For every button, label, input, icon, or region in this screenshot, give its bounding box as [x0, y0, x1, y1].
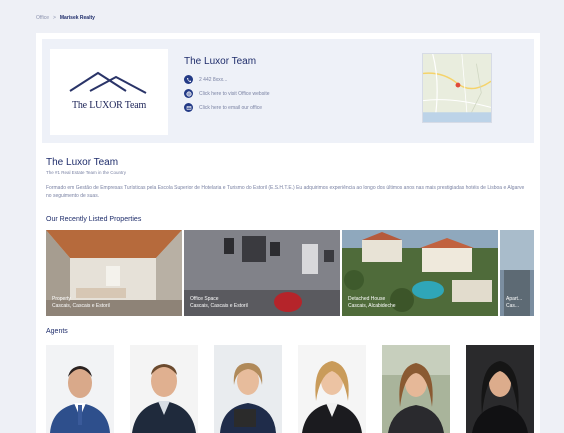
property-card[interactable]: Detached House Cascais, Alcabideche [342, 230, 498, 316]
property-caption: Property Cascais, Cascais e Estoril [52, 296, 110, 309]
about-description: Formado em Gestão de Empresas Turísticas… [46, 185, 525, 199]
property-card[interactable]: Property Cascais, Cascais e Estoril [46, 230, 182, 316]
breadcrumb-separator: > [52, 15, 56, 21]
contact-phone[interactable]: 2 442 8xxx... [184, 75, 227, 84]
about-title: The Luxor Team [46, 157, 119, 168]
contact-website[interactable]: Click here to visit Office website [184, 89, 270, 98]
agents-section-title: Agents [46, 328, 68, 335]
agent-photo[interactable] [298, 345, 366, 433]
agent-photo[interactable] [46, 345, 114, 433]
about-subtitle: The #1 Real Estate Team in the Country [46, 170, 126, 175]
property-card[interactable]: Office Space Cascais, Cascais e Estoril [184, 230, 340, 316]
breadcrumb-parent-link[interactable]: Office [36, 15, 49, 21]
office-name: The Luxor Team [184, 56, 257, 67]
contact-phone-text: 2 442 8xxx... [199, 76, 228, 83]
breadcrumb: Office > Marisek Realty [36, 15, 95, 21]
office-location-map[interactable] [422, 53, 492, 123]
property-caption: Detached House Cascais, Alcabideche [348, 296, 396, 309]
office-header: The LUXOR Team The Luxor Team 2 442 8xxx… [42, 39, 534, 143]
office-logo: The LUXOR Team [50, 49, 168, 135]
agents-list [46, 345, 534, 433]
phone-icon [184, 75, 193, 84]
contact-website-link: Click here to visit Office website [199, 90, 270, 97]
breadcrumb-current: Marisek Realty [59, 15, 95, 21]
agent-photo[interactable] [214, 345, 282, 433]
roof-logo-icon [69, 71, 147, 94]
property-caption: Apart... Cas... [506, 296, 523, 309]
properties-section-title: Our Recently Listed Properties [46, 216, 142, 223]
globe-icon [184, 89, 193, 98]
office-page: The LUXOR Team The Luxor Team 2 442 8xxx… [36, 33, 540, 433]
property-card[interactable]: Apart... Cas... [500, 230, 534, 316]
property-caption: Office Space Cascais, Cascais e Estoril [190, 296, 248, 309]
logo-text: The LUXOR Team [71, 100, 147, 111]
contact-email-link: Click here to email our office [199, 104, 262, 111]
contact-email[interactable]: Click here to email our office [184, 103, 262, 112]
properties-carousel: Property Cascais, Cascais e Estoril Offi… [46, 230, 534, 316]
agent-photo[interactable] [466, 345, 534, 433]
agent-photo[interactable] [382, 345, 450, 433]
email-icon [184, 103, 193, 112]
agent-photo[interactable] [130, 345, 198, 433]
